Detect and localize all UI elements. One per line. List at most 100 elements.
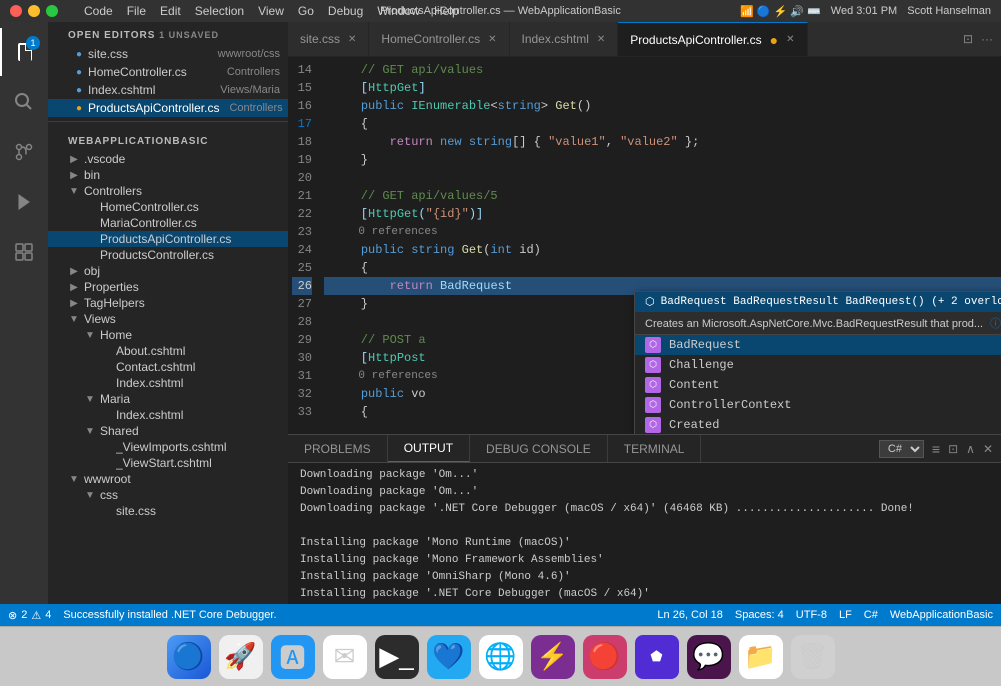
menu-code[interactable]: Code [84, 4, 113, 18]
detail-info-icon: ⓘ [990, 318, 1001, 330]
git-activity-icon[interactable] [0, 128, 48, 176]
tree-css[interactable]: ▼ css [48, 487, 288, 503]
arrow-icon: ▼ [82, 394, 98, 405]
panel-tab-terminal[interactable]: TERMINAL [608, 435, 702, 462]
line-ending-info[interactable]: LF [839, 609, 852, 621]
tree-about[interactable]: About.cshtml [48, 343, 288, 359]
dock-dotnet[interactable]: ⬟ [635, 635, 679, 679]
dock-visualstudio[interactable]: ⚡ [531, 635, 575, 679]
tree-index-maria[interactable]: Index.cshtml [48, 407, 288, 423]
open-editor-homecontroller[interactable]: ● HomeController.cs Controllers [48, 63, 288, 81]
cursor-position[interactable]: Ln 26, Col 18 [657, 609, 722, 621]
tree-viewstart[interactable]: _ViewStart.cshtml [48, 455, 288, 471]
tab-close-icon[interactable]: ✕ [488, 34, 496, 45]
tree-taghelpers[interactable]: ▶ TagHelpers [48, 295, 288, 311]
tree-shared[interactable]: ▼ Shared [48, 423, 288, 439]
autocomplete-item-badrequest[interactable]: ⬡ BadRequest [635, 335, 1001, 355]
arrow-icon: ▼ [82, 426, 98, 437]
extensions-activity-icon[interactable] [0, 228, 48, 276]
arrow-icon: ▶ [66, 282, 82, 293]
more-actions-icon[interactable]: ··· [981, 32, 993, 46]
open-editor-site-css[interactable]: ● site.css wwwroot/css [48, 45, 288, 63]
spaces-info[interactable]: Spaces: 4 [735, 609, 784, 621]
debug-activity-icon[interactable] [0, 178, 48, 226]
output-line: Installing package 'OmniSharp (Mono 4.6)… [300, 569, 989, 586]
menu-view[interactable]: View [258, 4, 284, 18]
autocomplete-item-created[interactable]: ⬡ Created [635, 415, 1001, 434]
tree-homecontroller[interactable]: HomeController.cs [48, 199, 288, 215]
arrow-icon: ▼ [66, 474, 82, 485]
panel-list-icon[interactable]: ≡ [932, 441, 940, 457]
output-line: Downloading package 'Om...' [300, 467, 989, 484]
maximize-button[interactable] [46, 5, 58, 17]
tree-index-home[interactable]: Index.cshtml [48, 375, 288, 391]
menu-go[interactable]: Go [298, 4, 314, 18]
warning-count: 4 [45, 609, 51, 621]
panel-split-icon[interactable]: ⊡ [948, 442, 958, 456]
code-line-21: // GET api/values/5 [324, 187, 1001, 205]
menu-edit[interactable]: Edit [160, 4, 181, 18]
dock-finder[interactable]: 🔵 [167, 635, 211, 679]
dock-mail[interactable]: ✉ [323, 635, 367, 679]
tree-maria[interactable]: ▼ Maria [48, 391, 288, 407]
tree-properties[interactable]: ▶ Properties [48, 279, 288, 295]
language-selector[interactable]: C# [879, 440, 924, 458]
panel-tab-problems[interactable]: PROBLEMS [288, 435, 388, 462]
dock-slack[interactable]: 💬 [687, 635, 731, 679]
files-activity-icon[interactable]: 1 [0, 28, 48, 76]
tab-index[interactable]: Index.cshtml ✕ [510, 22, 619, 56]
title-bar-right: 📶 🔵 ⚡ 🔊 ⌨️ Wed 3:01 PM Scott Hanselman [740, 5, 991, 18]
autocomplete-dropdown[interactable]: ⬡ BadRequest BadRequestResult BadRequest… [634, 291, 1001, 434]
autocomplete-item-challenge[interactable]: ⬡ Challenge [635, 355, 1001, 375]
encoding-info[interactable]: UTF-8 [796, 609, 827, 621]
tab-close-icon[interactable]: ✕ [786, 34, 794, 45]
dock-appstore[interactable]: 🅰 [271, 635, 315, 679]
dock-terminal[interactable]: ▶_ [375, 635, 419, 679]
menu-file[interactable]: File [127, 4, 146, 18]
tree-contact[interactable]: Contact.cshtml [48, 359, 288, 375]
panel-maximize-icon[interactable]: ∧ [966, 442, 975, 456]
dock-chrome[interactable]: 🌐 [479, 635, 523, 679]
tab-close-icon[interactable]: ✕ [597, 34, 605, 45]
search-activity-icon[interactable] [0, 78, 48, 126]
panel-tab-output[interactable]: OUTPUT [388, 435, 470, 462]
tree-bin[interactable]: ▶ bin [48, 167, 288, 183]
tree-productsapicontroller[interactable]: ProductsApiController.cs [48, 231, 288, 247]
status-errors[interactable]: ⊗ 2 ⚠ 4 [8, 609, 51, 622]
code-line-15: [HttpGet] [324, 79, 1001, 97]
dock-rider[interactable]: 🔴 [583, 635, 627, 679]
tree-controllers[interactable]: ▼ Controllers [48, 183, 288, 199]
panel-tab-debug[interactable]: DEBUG CONSOLE [470, 435, 608, 462]
dock-trash[interactable]: 🗑 [791, 635, 835, 679]
menu-debug[interactable]: Debug [328, 4, 363, 18]
dock-launchpad[interactable]: 🚀 [219, 635, 263, 679]
tab-homecontroller[interactable]: HomeController.cs ✕ [369, 22, 509, 56]
tab-productsapi[interactable]: ProductsApiController.cs ● ✕ [618, 22, 807, 56]
tree-vscode[interactable]: ▶ .vscode [48, 151, 288, 167]
tree-views[interactable]: ▼ Views [48, 311, 288, 327]
dock-finder2[interactable]: 📁 [739, 635, 783, 679]
tree-productscontroller[interactable]: ProductsController.cs [48, 247, 288, 263]
autocomplete-item-content[interactable]: ⬡ Content [635, 375, 1001, 395]
split-editor-icon[interactable]: ⊡ [963, 32, 973, 46]
tab-close-icon[interactable]: ✕ [348, 34, 356, 45]
tree-obj[interactable]: ▶ obj [48, 263, 288, 279]
language-mode[interactable]: C# [864, 609, 878, 621]
menu-selection[interactable]: Selection [195, 4, 244, 18]
autocomplete-item-controllercontext[interactable]: ⬡ ControllerContext [635, 395, 1001, 415]
tree-wwwroot[interactable]: ▼ wwwroot [48, 471, 288, 487]
project-name[interactable]: WebApplicationBasic [890, 609, 993, 621]
line-numbers: 14 15 16 17 18 19 20 21 22 23 24 25 26 2… [288, 57, 324, 434]
dock-vscode[interactable]: 💙 [427, 635, 471, 679]
panel-close-icon[interactable]: ✕ [983, 442, 993, 456]
tree-viewimports[interactable]: _ViewImports.cshtml [48, 439, 288, 455]
open-editor-index[interactable]: ● Index.cshtml Views/Maria [48, 81, 288, 99]
tree-home[interactable]: ▼ Home [48, 327, 288, 343]
open-editor-productsapi[interactable]: ● ProductsApiController.cs Controllers [48, 99, 288, 117]
tab-sitecss[interactable]: site.css ✕ [288, 22, 369, 56]
error-count: 2 [21, 609, 27, 621]
tree-mariacontroller[interactable]: MariaController.cs [48, 215, 288, 231]
tree-sitecss[interactable]: site.css [48, 503, 288, 519]
minimize-button[interactable] [28, 5, 40, 17]
close-button[interactable] [10, 5, 22, 17]
